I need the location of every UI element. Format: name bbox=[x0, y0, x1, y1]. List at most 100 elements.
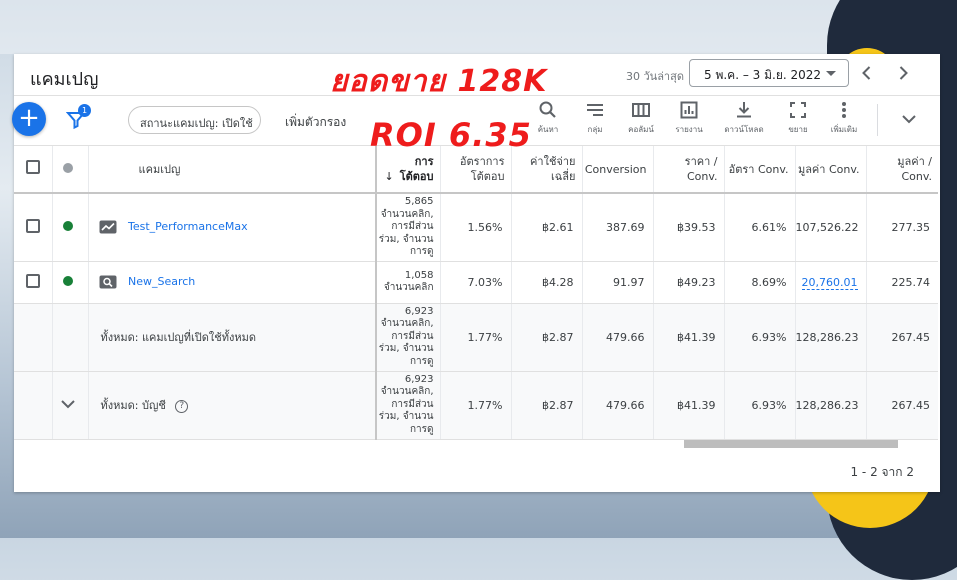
expand-icon bbox=[790, 102, 806, 118]
value-per-conv-cell: 267.45 bbox=[866, 371, 938, 440]
tool-label: ดาวน์โหลด bbox=[724, 125, 764, 134]
cost-per-conv-cell: ฿41.39 bbox=[653, 303, 725, 372]
select-all-checkbox[interactable] bbox=[26, 160, 40, 174]
expand-button[interactable]: ขยาย bbox=[776, 100, 820, 136]
conv-rate-cell: 6.93% bbox=[724, 371, 796, 440]
segment-button[interactable]: กลุ่ม bbox=[573, 100, 617, 136]
conv-value-header-label: มูลค่า Conv. bbox=[797, 162, 860, 176]
next-period-button[interactable] bbox=[893, 63, 913, 83]
interactions-desc: การมีส่วน bbox=[391, 398, 434, 410]
columns-button[interactable]: คอลัมน์ bbox=[619, 100, 663, 136]
value-per-conv-header[interactable]: มูลค่า / Conv. bbox=[866, 146, 938, 194]
interactions-desc: การดู bbox=[409, 246, 434, 257]
more-button[interactable]: เพิ่มเติม bbox=[822, 100, 866, 136]
caret-down-icon bbox=[826, 71, 836, 76]
tool-label: กลุ่ม bbox=[587, 125, 603, 134]
interactions-desc: ร่วม, จำนวน bbox=[378, 411, 434, 423]
conv-value-cell: 107,526.22 bbox=[795, 193, 867, 262]
chevron-down-icon[interactable] bbox=[59, 395, 77, 413]
interactions-value: 5,865 bbox=[404, 196, 434, 207]
search-button[interactable]: ค้นหา bbox=[526, 100, 570, 136]
roi-overlay-text: ROI 6.35 bbox=[370, 116, 532, 154]
chevron-left-icon bbox=[862, 66, 871, 80]
avg-cost-header-line1: ค่าใช้จ่าย bbox=[530, 155, 576, 168]
total-label: ทั้งหมด: บัญชี bbox=[100, 399, 166, 412]
tool-label: คอลัมน์ bbox=[628, 125, 654, 134]
background-sky bbox=[0, 0, 957, 54]
interaction-rate-header-line2: โต้ตอบ bbox=[470, 170, 505, 183]
segment-icon bbox=[587, 104, 603, 116]
interaction-rate-cell: 1.77% bbox=[440, 371, 512, 440]
reports-button[interactable]: รายงาน bbox=[667, 100, 711, 136]
help-icon[interactable]: ? bbox=[175, 399, 189, 413]
value-per-conv-cell: 267.45 bbox=[866, 303, 938, 372]
interactions-value: 6,923 bbox=[404, 305, 434, 317]
campaign-status-filter-chip[interactable]: สถานะแคมเปญ: เปิดใช้ bbox=[128, 106, 261, 134]
download-button[interactable]: ดาวน์โหลด bbox=[722, 100, 766, 136]
empty-cell bbox=[52, 303, 89, 372]
avg-cost-cell: ฿2.61 bbox=[511, 193, 583, 262]
campaign-link[interactable]: Test_PerformanceMax bbox=[128, 220, 248, 233]
sort-arrow-icon: ↓ bbox=[384, 170, 394, 183]
columns-icon bbox=[632, 103, 650, 117]
status-enabled-icon[interactable] bbox=[62, 275, 73, 286]
interactions-desc: การดู bbox=[409, 423, 434, 435]
tool-label: เพิ่มเติม bbox=[830, 125, 858, 134]
add-filter-button[interactable]: เพิ่มตัวกรอง bbox=[285, 113, 346, 132]
cost-per-conv-cell: ฿39.53 bbox=[653, 193, 725, 262]
row-checkbox[interactable] bbox=[26, 218, 40, 233]
status-header bbox=[52, 146, 89, 194]
date-range-value: 5 พ.ค. – 3 มิ.ย. 2022 bbox=[704, 68, 822, 82]
cost-per-conv-cell: ฿41.39 bbox=[653, 371, 725, 440]
campaign-name-cell: Test_PerformanceMax bbox=[88, 193, 377, 262]
cost-per-conv-header-line1: ราคา / bbox=[684, 155, 718, 168]
avg-cost-header-line2: เฉลี่ย bbox=[551, 170, 576, 183]
download-icon bbox=[737, 102, 751, 118]
interactions-header-line1: การ bbox=[414, 155, 434, 168]
campaign-header[interactable]: แคมเปญ bbox=[88, 146, 377, 194]
empty-cell bbox=[14, 303, 53, 372]
conv-value-link[interactable]: 20,760.01 bbox=[801, 275, 858, 290]
value-per-conv-cell: 225.74 bbox=[866, 261, 938, 304]
avg-cost-cell: ฿2.87 bbox=[511, 303, 583, 372]
cost-per-conv-cell: ฿49.23 bbox=[653, 261, 725, 304]
conv-rate-header[interactable]: อัตรา Conv. bbox=[724, 146, 796, 194]
chevron-down-icon[interactable] bbox=[900, 110, 918, 128]
interaction-rate-cell: 7.03% bbox=[440, 261, 512, 304]
conv-rate-cell: 6.93% bbox=[724, 303, 796, 372]
interactions-desc: การมีส่วน bbox=[391, 221, 434, 232]
horizontal-scrollbar[interactable] bbox=[684, 440, 898, 448]
table-row: New_Search 1,058 จำนวนคลิก 7.03% ฿4.28 9… bbox=[14, 261, 938, 304]
avg-cost-cell: ฿4.28 bbox=[511, 261, 583, 304]
date-range-picker[interactable]: 5 พ.ค. – 3 มิ.ย. 2022 bbox=[689, 59, 849, 87]
cost-per-conv-header[interactable]: ราคา / Conv. bbox=[653, 146, 725, 194]
conversion-header[interactable]: Conversion bbox=[582, 146, 654, 194]
tool-label: รายงาน bbox=[675, 125, 703, 134]
interactions-desc: จำนวนคลิก, bbox=[380, 318, 434, 330]
interactions-cell: 1,058 จำนวนคลิก bbox=[376, 261, 441, 304]
interactions-cell: 6,923 จำนวนคลิก, การมีส่วน ร่วม, จำนวน ก… bbox=[376, 371, 441, 440]
conv-value-header[interactable]: มูลค่า Conv. bbox=[795, 146, 867, 194]
search-campaign-icon bbox=[99, 275, 116, 289]
interactions-value: 6,923 bbox=[404, 373, 434, 385]
status-enabled-icon[interactable] bbox=[62, 220, 73, 231]
interactions-desc: ร่วม, จำนวน bbox=[378, 233, 434, 245]
interaction-rate-cell: 1.77% bbox=[440, 303, 512, 372]
page-title: แคมเปญ bbox=[30, 69, 99, 90]
conversions-cell: 387.69 bbox=[582, 193, 654, 262]
row-select-cell bbox=[14, 193, 53, 262]
conversions-cell: 479.66 bbox=[582, 371, 654, 440]
reports-icon bbox=[680, 101, 698, 119]
campaign-link[interactable]: New_Search bbox=[128, 275, 195, 288]
total-label-cell: ทั้งหมด: บัญชี ? bbox=[88, 371, 377, 440]
previous-period-button[interactable] bbox=[857, 63, 877, 83]
empty-cell bbox=[14, 371, 53, 440]
avg-cost-cell: ฿2.87 bbox=[511, 371, 583, 440]
toolbar-divider bbox=[877, 104, 878, 136]
row-checkbox[interactable] bbox=[26, 273, 40, 288]
campaign-header-label: แคมเปญ bbox=[138, 162, 181, 176]
interactions-desc: จำนวนคลิก, bbox=[380, 386, 434, 398]
interactions-desc: ร่วม, จำนวน bbox=[378, 343, 434, 355]
add-campaign-button[interactable]: + bbox=[12, 102, 46, 136]
interactions-cell: 6,923 จำนวนคลิก, การมีส่วน ร่วม, จำนวน ก… bbox=[376, 303, 441, 372]
